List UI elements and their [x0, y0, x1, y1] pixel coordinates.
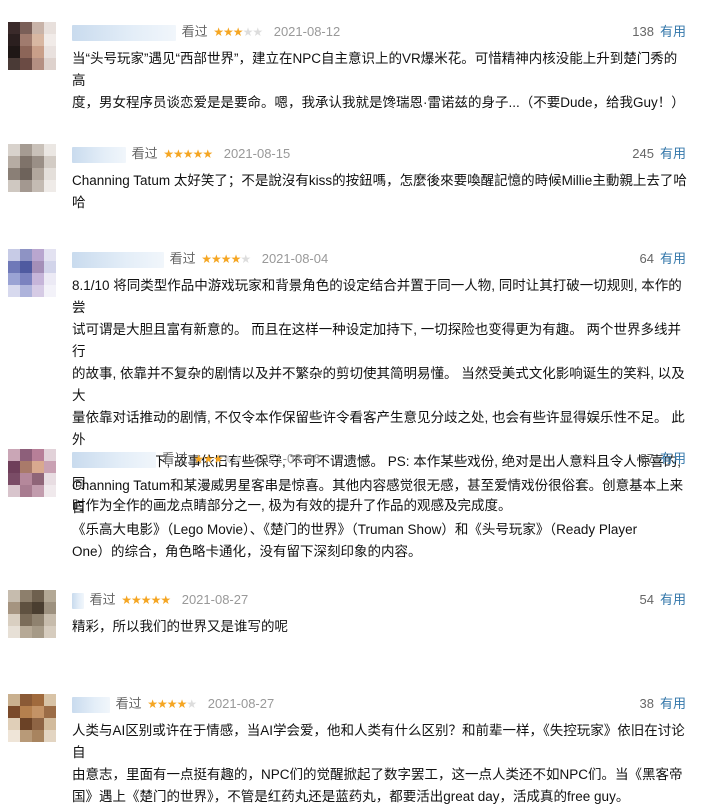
vote-count: 245: [632, 146, 654, 161]
useful-button[interactable]: 有用: [660, 592, 686, 607]
star-icon: ★: [193, 452, 204, 466]
review-date: 2021-08-27: [181, 592, 249, 607]
star-icon: ★: [223, 25, 234, 39]
star-icon: ★: [201, 252, 212, 266]
username[interactable]: [72, 592, 84, 609]
star-icon: ★: [242, 25, 254, 39]
star-icon: ★: [211, 252, 222, 266]
vote-count: 64: [639, 251, 654, 266]
rating-stars: ★★★★★: [163, 144, 213, 164]
star-icon: ★: [213, 25, 224, 39]
star-icon: ★: [140, 593, 152, 607]
review-content: 当“头号玩家”遇见“西部世界”，建立在NPC自主意识上的VR爆米花。可惜精神内核…: [72, 51, 685, 110]
star-icon: ★: [157, 697, 168, 711]
star-icon: ★: [186, 697, 197, 711]
review-content: 人类与AI区别或许在于情感，当AI学会爱，他和人类有什么区别？和前辈一样，《失控…: [72, 723, 685, 804]
star-icon: ★: [147, 697, 158, 711]
star-icon: ★: [240, 252, 251, 266]
star-icon: ★: [121, 593, 132, 607]
star-icon: ★: [150, 593, 162, 607]
review-meta: 看过 ★★★★★ 2021-08-27 38 有用: [72, 694, 686, 714]
useful-button[interactable]: 有用: [660, 146, 686, 161]
avatar[interactable]: [8, 22, 56, 70]
rating-stars: ★★★★★: [193, 449, 243, 469]
username[interactable]: [72, 24, 176, 41]
review-content: Channing Tatum和某漫威男星客串是惊喜。其他内容感觉很无感，甚至爱情…: [72, 478, 684, 559]
vote-count: 138: [632, 24, 654, 39]
username[interactable]: [72, 251, 164, 268]
watched-label: 看过: [169, 251, 196, 266]
star-icon: ★: [182, 147, 194, 161]
star-icon: ★: [212, 452, 224, 466]
review-content: 精彩，所以我们的世界又是谁写的呢: [72, 619, 288, 634]
vote-area: 64 有用: [640, 249, 686, 269]
star-icon: ★: [160, 593, 171, 607]
star-icon: ★: [203, 452, 214, 466]
watched-label: 看过: [89, 592, 116, 607]
review-meta: 看过 ★★★★★ 2021-08-27 54 有用: [72, 590, 686, 610]
rating-stars: ★★★★★: [201, 249, 251, 269]
avatar[interactable]: [8, 590, 56, 638]
useful-button[interactable]: 有用: [660, 696, 686, 711]
useful-button[interactable]: 有用: [660, 24, 686, 39]
review-date: 2021-08-04: [261, 251, 329, 266]
vote-area: 54 有用: [640, 590, 686, 610]
avatar[interactable]: [8, 144, 56, 192]
rating-stars: ★★★★★: [213, 22, 263, 42]
avatar[interactable]: [8, 249, 56, 297]
star-icon: ★: [131, 593, 142, 607]
vote-area: 245 有用: [632, 144, 686, 164]
review-meta: 看过 ★★★★★ 2021-08-04 64 有用: [72, 249, 686, 269]
star-icon: ★: [252, 25, 263, 39]
star-icon: ★: [166, 697, 178, 711]
vote-count: 38: [639, 696, 654, 711]
rating-stars: ★★★★★: [121, 590, 171, 610]
watched-label: 看过: [181, 24, 208, 39]
watched-label: 看过: [161, 451, 188, 466]
watched-label: 看过: [131, 146, 158, 161]
star-icon: ★: [176, 697, 188, 711]
vote-area: 138 有用: [632, 22, 686, 42]
star-icon: ★: [192, 147, 204, 161]
vote-count: 54: [639, 592, 654, 607]
star-icon: ★: [230, 252, 242, 266]
avatar[interactable]: [8, 694, 56, 742]
star-icon: ★: [220, 252, 232, 266]
star-icon: ★: [163, 147, 174, 161]
review-date: 2021-08-06: [253, 451, 321, 466]
avatar[interactable]: [8, 449, 56, 497]
review-date: 2021-08-27: [207, 696, 275, 711]
useful-button[interactable]: 有用: [660, 251, 686, 266]
review-content: Channing Tatum 太好笑了；不是說沒有kiss的按鈕嗎，怎麼後來要喚…: [72, 173, 687, 210]
useful-button[interactable]: 有用: [660, 451, 686, 466]
star-icon: ★: [232, 452, 243, 466]
review-date: 2021-08-15: [223, 146, 291, 161]
review-meta: 看过 ★★★★★ 2021-08-12 138 有用: [72, 22, 686, 42]
rating-stars: ★★★★★: [147, 694, 197, 714]
star-icon: ★: [222, 452, 234, 466]
review-meta: 看过 ★★★★★ 2021-08-06 87 有用: [72, 449, 686, 469]
watched-label: 看过: [115, 696, 142, 711]
star-icon: ★: [232, 25, 244, 39]
review-meta: 看过 ★★★★★ 2021-08-15 245 有用: [72, 144, 686, 164]
username[interactable]: [72, 696, 110, 713]
review-date: 2021-08-12: [273, 24, 341, 39]
vote-count: 87: [639, 451, 654, 466]
username[interactable]: [72, 451, 156, 468]
username[interactable]: [72, 146, 126, 163]
star-icon: ★: [173, 147, 184, 161]
star-icon: ★: [202, 147, 213, 161]
vote-area: 87 有用: [640, 449, 686, 469]
vote-area: 38 有用: [640, 694, 686, 714]
